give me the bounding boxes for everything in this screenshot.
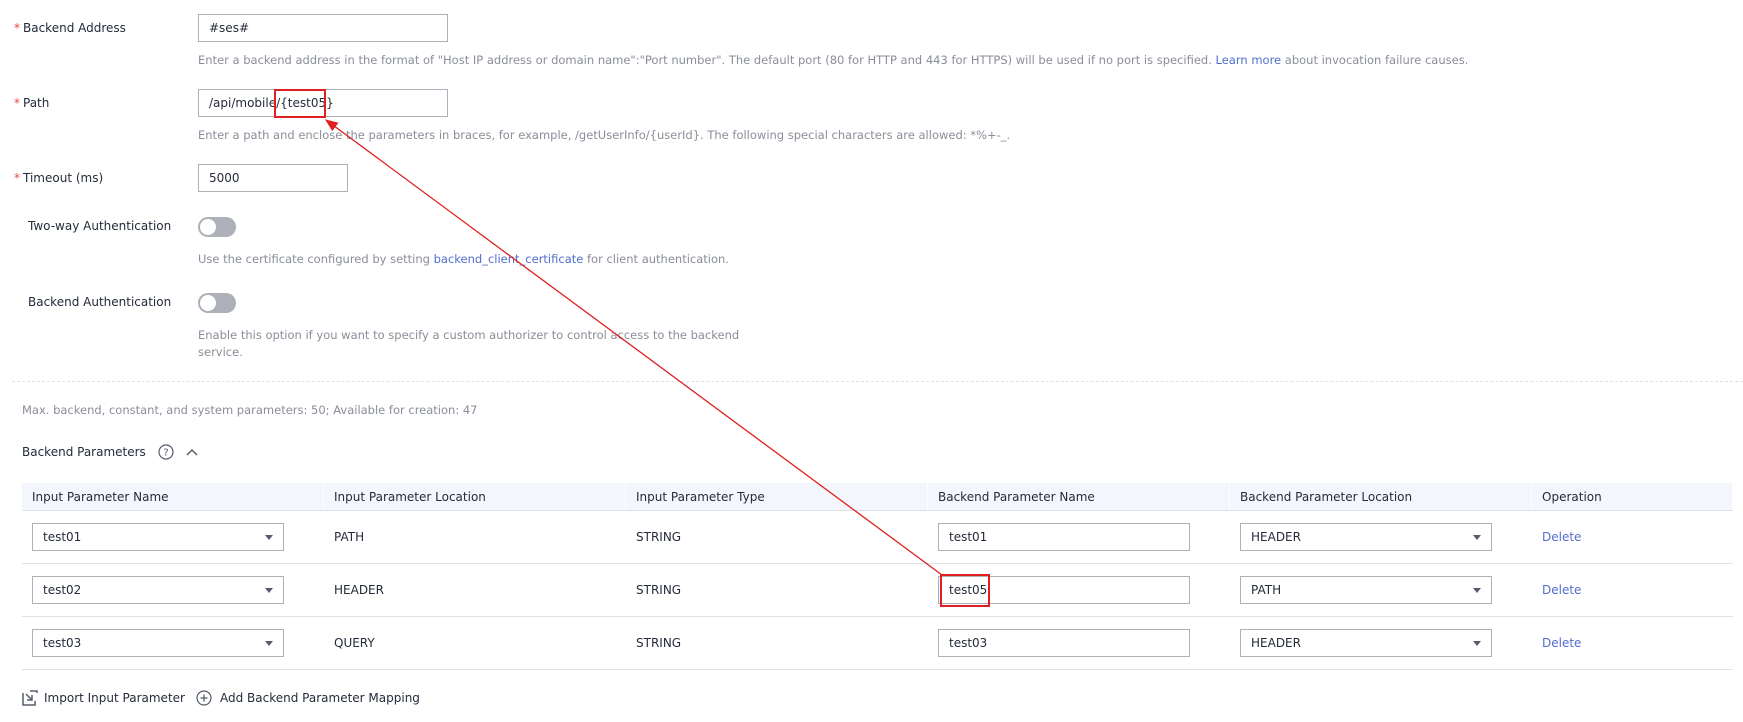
operation-cell: Delete bbox=[1532, 583, 1733, 597]
caret-down-icon bbox=[1473, 641, 1481, 646]
path-label: * Path bbox=[14, 96, 49, 110]
column-header: Input Parameter Name bbox=[22, 483, 324, 510]
backend-location-cell: PATH bbox=[1230, 576, 1532, 604]
backend-auth-label: Backend Authentication bbox=[28, 295, 172, 309]
timeout-label-text: Timeout (ms) bbox=[23, 171, 104, 185]
backend-parameters-title: Backend Parameters bbox=[22, 445, 146, 459]
backend-name-cell: test03 bbox=[928, 629, 1230, 657]
params-info: Max. backend, constant, and system param… bbox=[22, 403, 478, 417]
column-header: Input Parameter Location bbox=[324, 483, 626, 510]
timeout-label: * Timeout (ms) bbox=[14, 171, 103, 185]
backend-address-label-text: Backend Address bbox=[23, 21, 126, 35]
caret-down-icon bbox=[1473, 588, 1481, 593]
two-way-auth-toggle[interactable] bbox=[198, 217, 236, 237]
section-divider bbox=[12, 381, 1743, 382]
input-name-select[interactable]: test01 bbox=[32, 523, 284, 551]
hint-text: Use the certificate configured by settin… bbox=[198, 252, 434, 266]
delete-button[interactable]: Delete bbox=[1542, 636, 1581, 650]
table-row: test02 HEADER STRING test05 PATH Delete bbox=[22, 564, 1733, 617]
input-name-select[interactable]: test03 bbox=[32, 629, 284, 657]
path-input[interactable]: /api/mobile/{test05} bbox=[198, 89, 448, 117]
backend-parameters-header: Backend Parameters ? bbox=[22, 444, 198, 460]
input-type-cell: STRING bbox=[636, 530, 682, 544]
chevron-up-icon[interactable] bbox=[186, 447, 198, 457]
backend-location-select[interactable]: HEADER bbox=[1240, 523, 1492, 551]
backend-location-select[interactable]: PATH bbox=[1240, 576, 1492, 604]
backend-client-certificate-link[interactable]: backend_client_certificate bbox=[434, 252, 584, 266]
path-label-text: Path bbox=[23, 96, 50, 110]
two-way-auth-hint: Use the certificate configured by settin… bbox=[198, 251, 729, 268]
backend-address-label: * Backend Address bbox=[14, 21, 126, 35]
path-hint: Enter a path and enclose the parameters … bbox=[198, 128, 1011, 142]
path-value-param: {test05} bbox=[280, 96, 334, 110]
select-value: HEADER bbox=[1251, 530, 1301, 544]
add-backend-parameter-mapping-button[interactable]: Add Backend Parameter Mapping bbox=[196, 690, 420, 706]
required-mark: * bbox=[14, 96, 20, 110]
caret-down-icon bbox=[265, 535, 273, 540]
hint-line: Enable this option if you want to specif… bbox=[198, 328, 740, 342]
import-input-parameter-label: Import Input Parameter bbox=[44, 691, 185, 705]
hint-line: service. bbox=[198, 345, 243, 359]
backend-location-select[interactable]: HEADER bbox=[1240, 629, 1492, 657]
delete-button[interactable]: Delete bbox=[1542, 583, 1581, 597]
input-location-cell: QUERY bbox=[334, 636, 375, 650]
hint-text: for client authentication. bbox=[583, 252, 729, 266]
add-backend-parameter-mapping-label: Add Backend Parameter Mapping bbox=[220, 691, 420, 705]
input-location-cell: HEADER bbox=[334, 583, 384, 597]
backend-address-hint: Enter a backend address in the format of… bbox=[198, 52, 1468, 69]
backend-address-input[interactable]: #ses# bbox=[198, 14, 448, 42]
caret-down-icon bbox=[265, 588, 273, 593]
operation-cell: Delete bbox=[1532, 636, 1733, 650]
backend-location-cell: HEADER bbox=[1230, 629, 1532, 657]
caret-down-icon bbox=[1473, 535, 1481, 540]
column-header: Input Parameter Type bbox=[626, 483, 928, 510]
backend-name-cell: test05 bbox=[928, 576, 1230, 604]
backend-name-input[interactable]: test01 bbox=[938, 523, 1190, 551]
delete-button[interactable]: Delete bbox=[1542, 530, 1581, 544]
operation-cell: Delete bbox=[1532, 530, 1733, 544]
question-circle-icon[interactable]: ? bbox=[158, 444, 174, 460]
input-type-cell: STRING bbox=[636, 636, 682, 650]
select-value: test02 bbox=[43, 583, 82, 597]
svg-text:?: ? bbox=[163, 448, 168, 459]
table-row: test03 QUERY STRING test03 HEADER Delete bbox=[22, 617, 1733, 670]
select-value: test01 bbox=[43, 530, 82, 544]
import-input-parameter-button[interactable]: Import Input Parameter bbox=[22, 690, 185, 706]
select-value: PATH bbox=[1251, 583, 1282, 597]
caret-down-icon bbox=[265, 641, 273, 646]
path-value-prefix: /api/mobile/ bbox=[209, 96, 281, 110]
backend-name-input[interactable]: test03 bbox=[938, 629, 1190, 657]
plus-circle-icon bbox=[196, 690, 212, 706]
required-mark: * bbox=[14, 171, 20, 185]
timeout-input[interactable]: 5000 bbox=[198, 164, 348, 192]
backend-location-cell: HEADER bbox=[1230, 523, 1532, 551]
backend-auth-toggle[interactable] bbox=[198, 293, 236, 313]
backend-name-cell: test01 bbox=[928, 523, 1230, 551]
input-location-cell: PATH bbox=[334, 530, 365, 544]
toggle-knob bbox=[200, 295, 216, 311]
select-value: test03 bbox=[43, 636, 82, 650]
learn-more-link[interactable]: Learn more bbox=[1216, 53, 1282, 67]
table-row: test01 PATH STRING test01 HEADER Delete bbox=[22, 511, 1733, 564]
input-name-select[interactable]: test02 bbox=[32, 576, 284, 604]
column-header: Backend Parameter Name bbox=[928, 483, 1230, 510]
select-value: HEADER bbox=[1251, 636, 1301, 650]
hint-text: Enter a backend address in the format of… bbox=[198, 53, 1216, 67]
backend-parameters-table: Input Parameter Name Input Parameter Loc… bbox=[22, 483, 1733, 670]
table-header: Input Parameter Name Input Parameter Loc… bbox=[22, 483, 1733, 511]
two-way-auth-label: Two-way Authentication bbox=[28, 219, 172, 233]
column-header: Backend Parameter Location bbox=[1230, 483, 1532, 510]
input-name-cell: test02 bbox=[22, 576, 324, 604]
toggle-knob bbox=[200, 219, 216, 235]
input-name-cell: test03 bbox=[22, 629, 324, 657]
input-type-cell: STRING bbox=[636, 583, 682, 597]
input-name-cell: test01 bbox=[22, 523, 324, 551]
backend-name-input[interactable]: test05 bbox=[938, 576, 1190, 604]
backend-auth-hint: Enable this option if you want to specif… bbox=[198, 327, 739, 361]
import-icon bbox=[22, 690, 38, 706]
hint-text: about invocation failure causes. bbox=[1281, 53, 1469, 67]
column-header: Operation bbox=[1532, 483, 1733, 510]
required-mark: * bbox=[14, 21, 20, 35]
